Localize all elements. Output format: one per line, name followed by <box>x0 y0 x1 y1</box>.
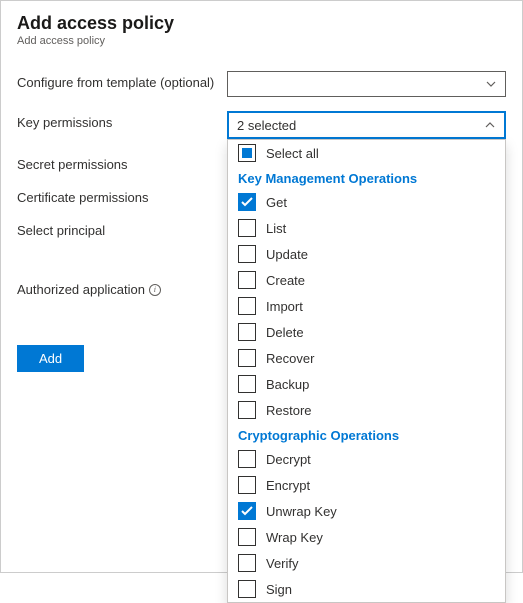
key-permissions-panel: Select all Key Management Operations Get L… <box>227 139 506 603</box>
option-item[interactable]: Get <box>228 189 505 215</box>
page-subtitle: Add access policy <box>17 35 506 47</box>
option-label: Create <box>266 273 305 288</box>
checkbox-icon <box>238 349 256 367</box>
option-item[interactable]: Encrypt <box>228 472 505 498</box>
option-label: Verify <box>266 556 299 571</box>
option-label: Backup <box>266 377 309 392</box>
label-key-permissions: Key permissions <box>17 111 227 130</box>
option-item[interactable]: Decrypt <box>228 446 505 472</box>
option-item[interactable]: Recover <box>228 345 505 371</box>
option-item[interactable]: List <box>228 215 505 241</box>
checkbox-icon <box>238 245 256 263</box>
checkbox-icon <box>238 528 256 546</box>
group-header: Cryptographic Operations <box>228 423 505 446</box>
option-label: Import <box>266 299 303 314</box>
option-label: Get <box>266 195 287 210</box>
row-key-permissions: Key permissions 2 selected Select all Ke… <box>17 111 506 139</box>
key-permissions-summary: 2 selected <box>237 118 296 133</box>
group-header: Key Management Operations <box>228 166 505 189</box>
checkbox-icon <box>238 271 256 289</box>
option-label: Encrypt <box>266 478 310 493</box>
page-header: Add access policy Add access policy <box>1 1 522 55</box>
option-item[interactable]: Wrap Key <box>228 524 505 550</box>
checkbox-checked-icon <box>238 193 256 211</box>
option-item[interactable]: Restore <box>228 397 505 423</box>
option-label: Select all <box>266 146 319 161</box>
option-label: Restore <box>266 403 312 418</box>
option-item[interactable]: Verify <box>228 550 505 576</box>
option-item[interactable]: Import <box>228 293 505 319</box>
checkbox-icon <box>238 450 256 468</box>
option-label: Sign <box>266 582 292 597</box>
checkbox-icon <box>238 323 256 341</box>
option-item[interactable]: Sign <box>228 576 505 602</box>
key-permissions-dropdown[interactable]: 2 selected <box>227 111 506 139</box>
form-content: Configure from template (optional) Key p… <box>1 55 522 372</box>
checkbox-icon <box>238 476 256 494</box>
checkbox-icon <box>238 554 256 572</box>
chevron-down-icon <box>485 78 497 90</box>
checkbox-icon <box>238 219 256 237</box>
checkbox-icon <box>238 401 256 419</box>
option-label: Unwrap Key <box>266 504 337 519</box>
page-title: Add access policy <box>17 13 506 34</box>
checkbox-icon <box>238 144 256 162</box>
row-template: Configure from template (optional) <box>17 71 506 97</box>
option-label: Update <box>266 247 308 262</box>
option-label: Delete <box>266 325 304 340</box>
template-dropdown[interactable] <box>227 71 506 97</box>
option-item[interactable]: Update <box>228 241 505 267</box>
label-certificate-permissions: Certificate permissions <box>17 186 227 205</box>
option-label: Decrypt <box>266 452 311 467</box>
label-secret-permissions: Secret permissions <box>17 153 227 172</box>
option-label: List <box>266 221 286 236</box>
label-authorized-application: Authorized application i <box>17 278 227 297</box>
option-item[interactable]: Backup <box>228 371 505 397</box>
info-icon[interactable]: i <box>149 284 161 296</box>
chevron-up-icon <box>484 119 496 131</box>
label-template: Configure from template (optional) <box>17 71 227 90</box>
checkbox-icon <box>238 580 256 598</box>
option-select-all[interactable]: Select all <box>228 140 505 166</box>
option-item[interactable]: Unwrap Key <box>228 498 505 524</box>
option-label: Recover <box>266 351 314 366</box>
checkbox-checked-icon <box>238 502 256 520</box>
option-item[interactable]: Create <box>228 267 505 293</box>
checkbox-icon <box>238 297 256 315</box>
option-label: Wrap Key <box>266 530 323 545</box>
checkbox-icon <box>238 375 256 393</box>
add-button[interactable]: Add <box>17 345 84 372</box>
option-item[interactable]: Delete <box>228 319 505 345</box>
label-select-principal: Select principal <box>17 219 227 238</box>
